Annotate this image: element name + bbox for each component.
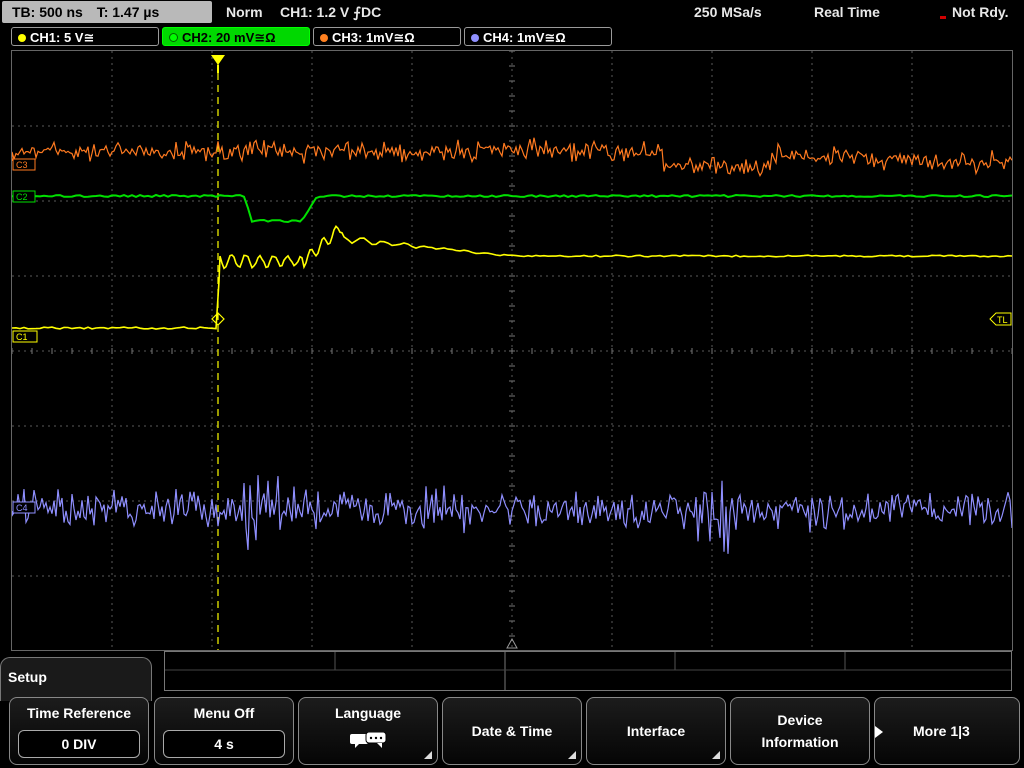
time-reference-label: Time Reference — [26, 705, 131, 721]
ch4-marker-label: C4 — [16, 503, 28, 513]
language-button[interactable]: Language — [298, 697, 438, 765]
menu-off-label: Menu Off — [193, 705, 255, 721]
ready-status: Not Rdy. — [952, 4, 1009, 20]
ch1-label: CH1: 5 V≅ — [30, 30, 95, 45]
lower-strip-grid — [165, 652, 1011, 690]
interface-label: Interface — [626, 723, 686, 739]
trigger-position-marker-icon[interactable] — [211, 55, 225, 65]
next-page-icon — [875, 726, 883, 738]
ch1-ground-marker[interactable]: C1 — [12, 330, 38, 343]
ch4-color-icon — [471, 34, 479, 42]
ch3-waveform — [12, 137, 1012, 177]
channel-tab-ch2[interactable]: CH2: 20 mV≅Ω — [162, 27, 310, 46]
language-label: Language — [334, 705, 402, 721]
waveform-canvas: C3 C2 C1 C4 TL — [12, 51, 1012, 650]
ch1-marker-label: C1 — [16, 332, 28, 342]
ch2-color-icon — [169, 33, 178, 42]
ch2-label: CH2: 20 mV≅Ω — [182, 30, 276, 45]
channel-tab-ch4[interactable]: CH4: 1mV≅Ω — [464, 27, 612, 46]
device-information-label-2: Information — [761, 734, 839, 750]
timebase-value: TB: 500 ns — [12, 4, 83, 20]
timebase-box[interactable]: TB: 500 ns T: 1.47 µs — [2, 1, 212, 23]
ready-indicator-icon — [940, 16, 946, 19]
trigger-level-marker[interactable]: TL — [989, 312, 1012, 326]
ch4-label: CH4: 1mV≅Ω — [483, 30, 566, 45]
date-time-button[interactable]: Date & Time — [442, 697, 582, 765]
acquisition-mode: Real Time — [814, 4, 880, 20]
trigger-mode: Norm — [226, 4, 263, 20]
trigger-level-label: TL — [997, 315, 1008, 325]
ch3-ground-marker[interactable]: C3 — [12, 158, 36, 171]
ch2-marker-label: C2 — [16, 192, 28, 202]
submenu-indicator-icon — [424, 751, 432, 759]
interface-button[interactable]: Interface — [586, 697, 726, 765]
ch3-color-icon — [320, 34, 328, 42]
speech-bubbles-icon — [350, 732, 387, 748]
channel-tab-ch3[interactable]: CH3: 1mV≅Ω — [313, 27, 461, 46]
ch2-ground-marker[interactable]: C2 — [12, 190, 36, 203]
ch1-waveform — [12, 224, 1012, 330]
submenu-indicator-icon — [712, 751, 720, 759]
menu-title: Setup — [8, 669, 47, 685]
device-information-label-1: Device — [777, 712, 823, 728]
more-label: More 1|3 — [913, 723, 970, 739]
trigger-setting: CH1: 1.2 V ⨍DC — [280, 4, 382, 20]
waveform-display[interactable]: C3 C2 C1 C4 TL — [11, 50, 1013, 651]
ch1-color-icon — [18, 34, 26, 42]
ch3-label: CH3: 1mV≅Ω — [332, 30, 415, 45]
menu-off-button[interactable]: Menu Off 4 s — [154, 697, 294, 765]
graticule-center-ticks — [12, 51, 1012, 637]
time-reference-button[interactable]: Time Reference 0 DIV — [9, 697, 149, 765]
device-information-button[interactable]: Device Information — [730, 697, 870, 765]
time-reference-value: 0 DIV — [18, 730, 140, 758]
more-button[interactable]: More 1|3 — [874, 697, 1020, 765]
submenu-indicator-icon — [568, 751, 576, 759]
ch3-marker-label: C3 — [16, 160, 28, 170]
lower-info-strip — [164, 651, 1012, 691]
trigger-time-value: T: 1.47 µs — [96, 4, 160, 20]
channel-tab-ch1[interactable]: CH1: 5 V≅ — [11, 27, 159, 46]
ch4-waveform — [12, 475, 1012, 554]
menu-off-value: 4 s — [163, 730, 285, 758]
ch4-ground-marker[interactable]: C4 — [12, 501, 36, 514]
sample-rate: 250 MSa/s — [694, 4, 762, 20]
status-bar: TB: 500 ns T: 1.47 µs Norm CH1: 1.2 V ⨍D… — [0, 0, 1024, 26]
date-time-label: Date & Time — [471, 723, 553, 739]
